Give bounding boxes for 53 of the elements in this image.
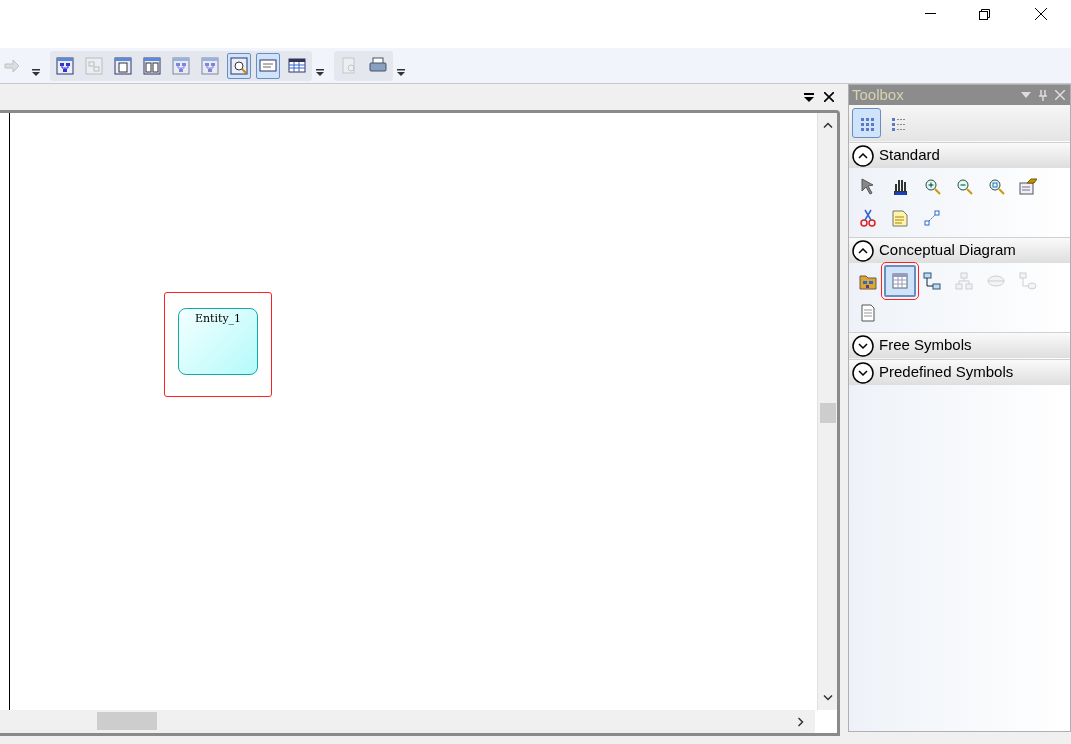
printer-icon: [369, 56, 387, 75]
zoom-fit-icon: [987, 177, 1005, 195]
scroll-down-icon[interactable]: [823, 695, 833, 701]
zoom-in-icon: [923, 177, 941, 195]
entity-name: Entity_1: [194, 311, 242, 327]
tree-diagram-icon: [201, 56, 219, 75]
section-header[interactable]: Free Symbols: [849, 332, 1070, 358]
section-header[interactable]: Conceptual Diagram: [849, 237, 1070, 263]
table-icon: [891, 272, 909, 290]
page-icon: [114, 56, 132, 75]
document-icon: [859, 304, 877, 322]
horizontal-scrollbar[interactable]: [0, 710, 815, 733]
magnifier-icon: [230, 56, 248, 75]
ellipse-icon: [987, 272, 1005, 290]
folder-icon: [859, 272, 877, 290]
print-preview-icon: [340, 56, 358, 75]
section-header[interactable]: Predefined Symbols: [849, 359, 1070, 385]
dropdown-icon[interactable]: [804, 92, 814, 102]
close-icon[interactable]: [824, 92, 834, 102]
properties-icon: [1019, 177, 1037, 195]
section-header[interactable]: Standard: [849, 142, 1070, 168]
vertical-scrollbar[interactable]: [817, 113, 837, 710]
restore-icon: [978, 8, 990, 20]
toolbox-title: Toolbox: [852, 84, 904, 105]
overflow-dropdown-icon[interactable]: [397, 69, 405, 76]
note-icon: [891, 209, 909, 227]
boxes-icon: [85, 56, 103, 75]
link-ellipse-icon: [1019, 272, 1037, 290]
zoom-out-icon: [955, 177, 973, 195]
view-toggle-button[interactable]: [852, 108, 881, 138]
close-icon: [1035, 8, 1047, 20]
minimize-icon: [924, 13, 936, 15]
entity-shape[interactable]: Entity_1: [178, 308, 258, 375]
tree-diagram-icon: [56, 56, 74, 75]
tree-diagram-icon: [172, 56, 190, 75]
overflow-dropdown-icon[interactable]: [32, 69, 40, 76]
relationship-icon: [923, 272, 941, 290]
pin-icon[interactable]: [1039, 89, 1047, 101]
scroll-up-icon[interactable]: [823, 122, 833, 128]
scissors-icon: [859, 209, 877, 227]
expand-icon: [852, 361, 874, 384]
overflow-dropdown-icon[interactable]: [316, 69, 324, 76]
link-icon: [923, 209, 941, 227]
scrollbar-thumb[interactable]: [820, 403, 836, 423]
hierarchy-icon: [955, 272, 973, 290]
expand-icon: [852, 334, 874, 357]
scrollbar-thumb[interactable]: [97, 712, 157, 730]
grid-icon: [288, 56, 306, 75]
scroll-right-icon[interactable]: [798, 717, 804, 727]
collapse-icon: [852, 239, 874, 262]
comment-icon: [259, 56, 277, 75]
collapse-icon: [852, 144, 874, 167]
two-pages-icon: [143, 56, 161, 75]
